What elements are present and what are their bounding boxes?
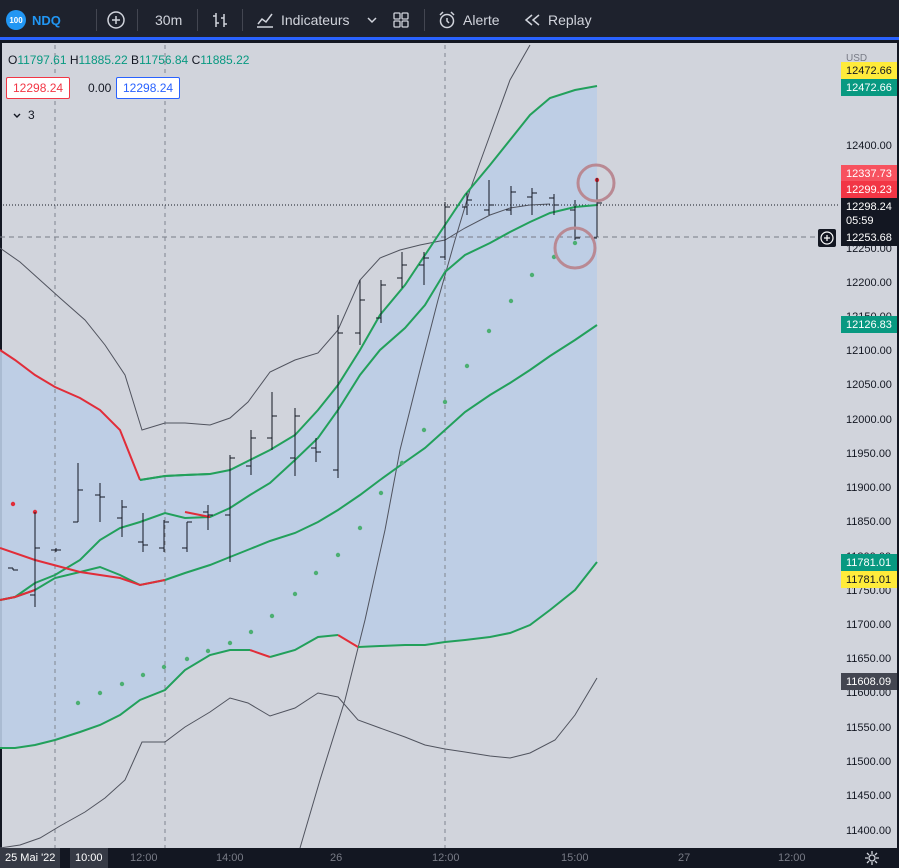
close-value: 11885.22: [200, 53, 250, 67]
psar-dot: [442, 399, 448, 405]
open-label: O: [8, 53, 18, 67]
high-label: H: [69, 53, 79, 67]
psar-dot: [357, 525, 363, 531]
psar-dot: [205, 648, 211, 654]
price-axis-label: 05:59: [841, 212, 897, 229]
time-axis-tick: 12:00: [778, 852, 806, 864]
spread-value: 0.00: [88, 81, 112, 95]
time-axis-active-date: 25 Mai '22: [0, 848, 61, 868]
price-axis-tick: 11450.00: [846, 789, 892, 802]
psar-dot: [421, 427, 427, 433]
psar-dot: [486, 328, 492, 334]
time-axis[interactable]: 25 Mai '22 10:00 12:00 14:00 26 12:00 15:00 2…: [0, 848, 899, 868]
psar-dot: [161, 664, 167, 670]
psar-dot: [313, 570, 319, 576]
psar-dot: [184, 656, 190, 662]
price-axis-tick: 11950.00: [846, 447, 892, 460]
open-value: 11797.61: [17, 53, 67, 67]
psar-dot: [227, 640, 233, 646]
price-axis-label: 11781.01: [841, 571, 897, 588]
ohlc-legend: O11797.61 H11885.22 B11756.84 C11885.22: [8, 53, 249, 67]
time-axis-active-time: 10:00: [70, 848, 108, 868]
psar-dot: [75, 700, 81, 706]
psar-dot: [508, 298, 514, 304]
low-value: 11756.84: [139, 53, 189, 67]
psar-dot: [464, 363, 470, 369]
price-axis-tick: 12400.00: [846, 139, 892, 152]
crosshair-add-button[interactable]: [818, 229, 836, 247]
price-axis-label: 12299.23: [841, 181, 897, 198]
chevron-down-icon: [13, 113, 21, 118]
psar-dot: [572, 240, 578, 246]
price-chart[interactable]: [0, 0, 899, 848]
price-axis-tick: 12100.00: [846, 344, 892, 357]
close-label: C: [191, 53, 201, 67]
price-axis-label: 12472.66: [841, 62, 897, 79]
price-axis-tick: 11900.00: [846, 481, 892, 494]
price-axis-tick: 11650.00: [846, 652, 892, 665]
price-axis-label: 12253.68: [841, 229, 897, 246]
psar-dot: [399, 460, 405, 466]
time-axis-tick: 12:00: [432, 852, 460, 864]
price-axis-tick: 11700.00: [846, 618, 892, 631]
plus-circle-icon: [820, 231, 834, 245]
time-axis-tick: 15:00: [561, 852, 589, 864]
ohlc-bar: [267, 392, 277, 450]
price-axis-label: 12472.66: [841, 79, 897, 96]
price-axis-tick: 11500.00: [846, 755, 892, 768]
price-axis-label: 12337.73: [841, 165, 897, 182]
settings-gear-icon[interactable]: [864, 850, 880, 866]
indicators-collapse-toggle[interactable]: 3: [12, 108, 35, 122]
sell-price-button[interactable]: 12298.24: [6, 77, 71, 99]
price-axis-tick: 12200.00: [846, 276, 892, 289]
price-axis-tick: 11550.00: [846, 721, 892, 734]
low-label: B: [131, 53, 140, 67]
psar-dot: [248, 629, 254, 635]
time-axis-tick: 26: [330, 852, 343, 864]
psar-dot: [335, 552, 341, 558]
price-axis-tick: 12000.00: [846, 413, 892, 426]
psar-dot: [119, 681, 125, 687]
price-axis-tick: 12050.00: [846, 378, 892, 391]
high-value: 11885.22: [78, 53, 128, 67]
price-axis-label: 11608.09: [841, 673, 897, 690]
price-axis-label: 12126.83: [841, 316, 897, 333]
psar-dot: [529, 272, 535, 278]
psar-dot: [97, 690, 103, 696]
indicator-count: 3: [28, 108, 35, 122]
time-axis-tick: 27: [678, 852, 691, 864]
price-axis-tick: 11850.00: [846, 515, 892, 528]
time-axis-tick: 12:00: [130, 852, 158, 864]
time-axis-tick: 14:00: [216, 852, 244, 864]
price-axis-tick: 11400.00: [846, 824, 892, 837]
ohlc-bar: [355, 280, 365, 345]
psar-dot: [378, 490, 384, 496]
psar-dot: [140, 672, 146, 678]
psar-dot: [292, 591, 298, 597]
psar-dot: [269, 613, 275, 619]
price-axis-label: 11781.01: [841, 554, 897, 571]
psar-dot: [10, 501, 16, 507]
buy-price-button[interactable]: 12298.24: [116, 77, 181, 99]
